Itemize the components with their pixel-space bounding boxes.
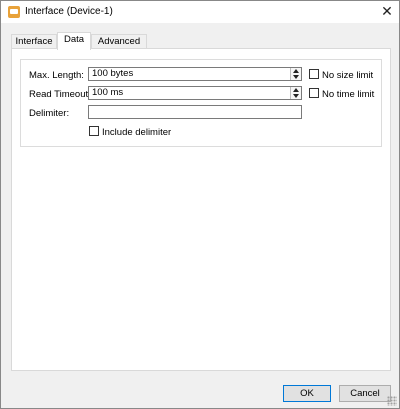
- max-length-stepper[interactable]: 100 bytes: [88, 67, 302, 81]
- close-icon[interactable]: ✕: [375, 1, 399, 23]
- arrow-down-icon[interactable]: [293, 94, 299, 98]
- include-delimiter-label[interactable]: Include delimiter: [102, 127, 171, 138]
- delimiter-label: Delimiter:: [29, 108, 70, 119]
- read-timeout-spin[interactable]: [290, 87, 301, 99]
- arrow-up-icon[interactable]: [293, 69, 299, 73]
- no-time-limit-checkbox[interactable]: [309, 88, 319, 98]
- read-timeout-label: Read Timeout:: [29, 89, 91, 100]
- tab-interface[interactable]: Interface: [11, 34, 57, 49]
- data-settings-group: Max. Length: 100 bytes No size limit Rea…: [20, 59, 382, 147]
- include-delimiter-checkbox[interactable]: [89, 126, 99, 136]
- no-size-limit-label[interactable]: No size limit: [322, 70, 373, 81]
- tab-strip: Interface Data Advanced: [11, 32, 391, 50]
- read-timeout-value: 100 ms: [92, 87, 124, 98]
- delimiter-input[interactable]: [88, 105, 302, 119]
- app-icon: [8, 6, 20, 18]
- title-bar[interactable]: Interface (Device-1) ✕: [1, 1, 399, 23]
- window-title: Interface (Device-1): [25, 6, 113, 17]
- tab-data[interactable]: Data: [57, 32, 91, 50]
- max-length-spin[interactable]: [290, 68, 301, 80]
- no-time-limit-label[interactable]: No time limit: [322, 89, 374, 100]
- max-length-label: Max. Length:: [29, 70, 84, 81]
- ok-button[interactable]: OK: [283, 385, 331, 402]
- arrow-down-icon[interactable]: [293, 75, 299, 79]
- data-tab-panel: Max. Length: 100 bytes No size limit Rea…: [11, 48, 391, 371]
- tab-advanced[interactable]: Advanced: [91, 34, 147, 49]
- dialog-window: Interface (Device-1) ✕ Interface Data Ad…: [0, 0, 400, 409]
- read-timeout-stepper[interactable]: 100 ms: [88, 86, 302, 100]
- max-length-value: 100 bytes: [92, 68, 134, 79]
- arrow-up-icon[interactable]: [293, 88, 299, 92]
- resize-grip-icon[interactable]: [387, 396, 397, 406]
- cancel-button[interactable]: Cancel: [339, 385, 391, 402]
- no-size-limit-checkbox[interactable]: [309, 69, 319, 79]
